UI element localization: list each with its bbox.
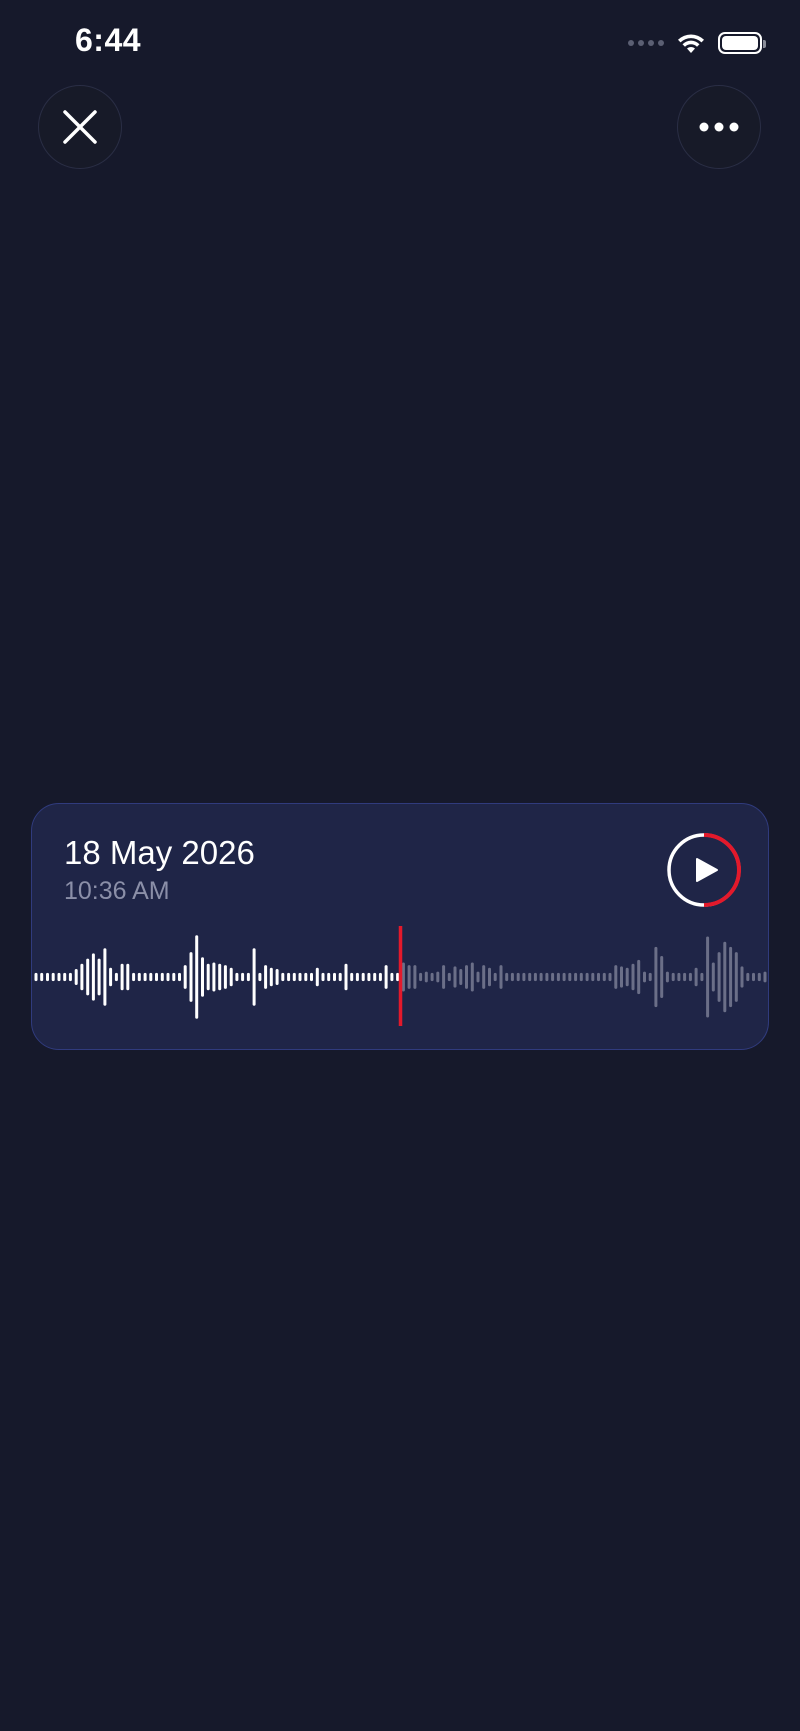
close-icon [63,110,97,144]
play-button[interactable] [666,832,742,908]
recording-time: 10:36 AM [64,877,170,905]
recording-date: 18 May 2026 [64,834,255,871]
more-options-icon [699,122,739,132]
status-icons [628,28,766,58]
recording-card[interactable]: 18 May 2026 10:36 AM [31,803,769,1050]
status-time: 6:44 [75,22,142,58]
more-options-button[interactable] [677,85,761,169]
close-button[interactable] [38,85,122,169]
play-icon [696,858,718,882]
wifi-icon [678,34,704,53]
status-bar: 6:44 [0,0,800,90]
battery-icon [718,32,766,54]
waveform[interactable] [32,922,770,1032]
cellular-signal-icon [628,40,664,46]
